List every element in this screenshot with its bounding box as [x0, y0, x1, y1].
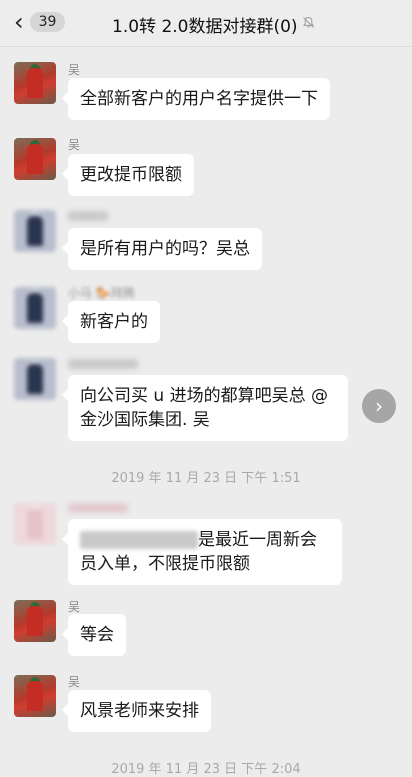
bell-off-icon [302, 16, 315, 33]
chevron-right-icon: › [375, 394, 383, 418]
sender-name: 吴 [68, 675, 81, 689]
message-bubble[interactable]: 新客户的 [62, 301, 160, 343]
chat-header: ‹ 39 1.0转 2.0数据对接群(0) [0, 0, 412, 47]
avatar[interactable] [14, 358, 56, 400]
message-bubble[interactable]: 是最近一周新会 员入单，不限提币限额 [62, 519, 342, 585]
chat-title: 1.0转 2.0数据对接群(0) [112, 12, 315, 37]
message-bubble[interactable]: 向公司买 u 进场的都算吧吴总 @ 金沙国际集团. 吴 [62, 375, 348, 441]
avatar[interactable] [14, 62, 56, 104]
avatar[interactable] [14, 600, 56, 642]
sender-name: 吴 [68, 600, 81, 614]
avatar[interactable] [14, 287, 56, 329]
chevron-left-icon: ‹ [14, 8, 24, 36]
sender-name: 小马 🐎拜腾 [68, 286, 135, 300]
avatar[interactable] [14, 675, 56, 717]
forward-button[interactable]: › [362, 389, 396, 423]
avatar[interactable] [14, 138, 56, 180]
sender-name: 吴 [68, 138, 81, 152]
redacted-text [80, 531, 198, 549]
message-line: 金沙国际集团. 吴 [80, 410, 210, 430]
sender-name: 吴 [68, 63, 81, 77]
timestamp: 2019 年 11 月 23 日 下午 1:51 [111, 471, 301, 486]
sender-name [68, 500, 128, 514]
message-bubble[interactable]: 风景老师来安排 [62, 690, 211, 732]
message-line: 是最近一周新会 [80, 528, 330, 552]
back-button[interactable]: ‹ 39 [14, 8, 66, 36]
sender-name [68, 356, 138, 370]
message-bubble[interactable]: 是所有用户的吗？吴总 [62, 228, 262, 270]
message-line: 向公司买 u 进场的都算吧吴总 @ [80, 386, 328, 406]
message-bubble[interactable]: 全部新客户的用户名字提供一下 [62, 78, 330, 120]
message-line: 员入单，不限提币限额 [80, 554, 250, 574]
message-bubble[interactable]: 等会 [62, 614, 126, 656]
avatar[interactable] [14, 210, 56, 252]
group-name: 1.0转 2.0数据对接群(0) [112, 17, 298, 37]
message-bubble[interactable]: 更改提币限额 [62, 154, 194, 196]
sender-name [68, 208, 108, 222]
unread-count-badge: 39 [29, 12, 66, 32]
avatar[interactable] [14, 503, 56, 545]
